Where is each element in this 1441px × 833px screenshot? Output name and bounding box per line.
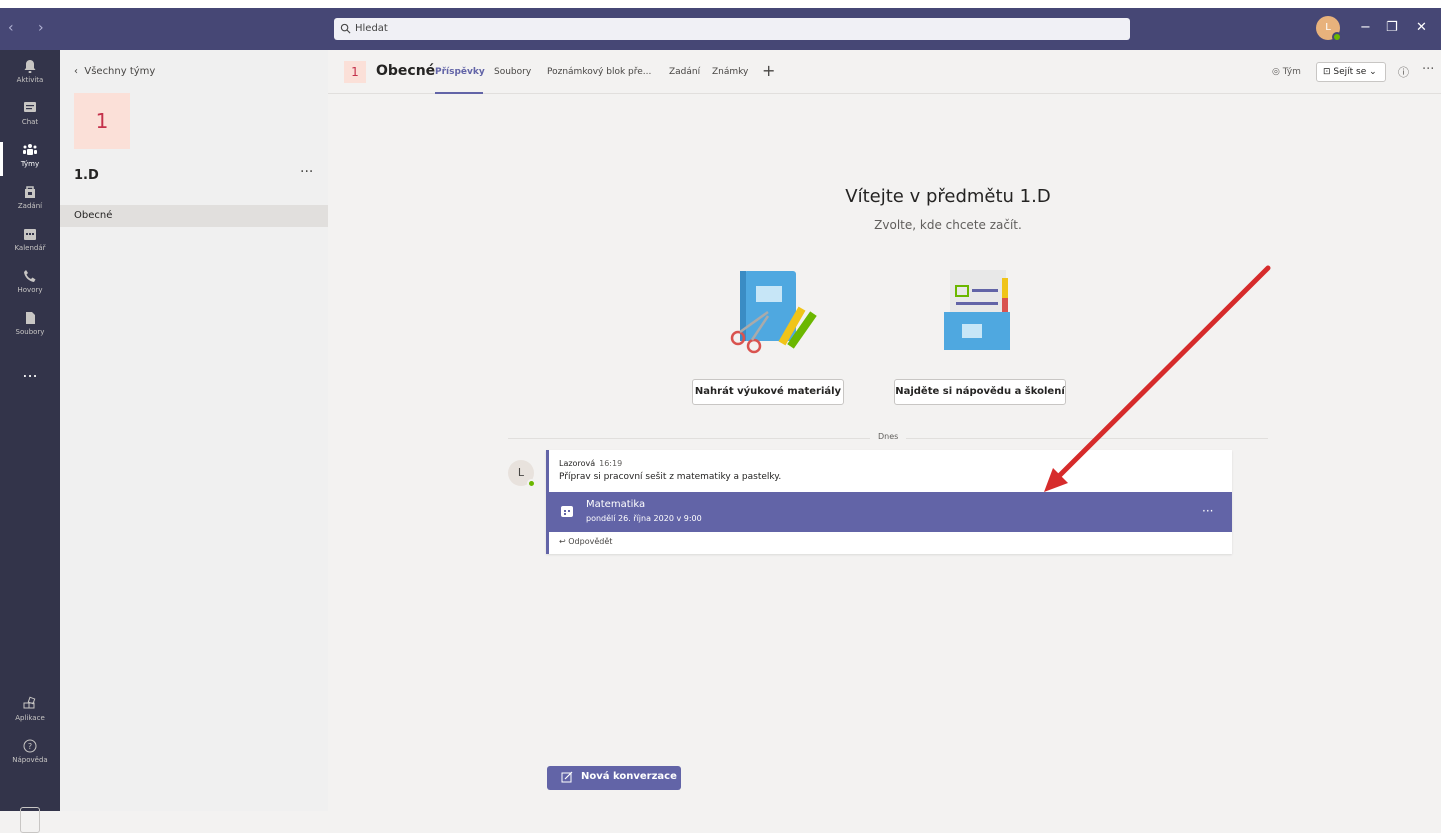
post-header: Lazorová 16:19 <box>559 459 622 468</box>
title-bar: ‹ › Hledat L − ❐ ✕ <box>0 8 1441 50</box>
compose-icon <box>561 771 573 783</box>
assignments-icon <box>25 186 35 198</box>
notebook-scissors-illustration <box>730 271 817 354</box>
rail-item-teams[interactable]: Týmy <box>0 138 60 180</box>
meeting-card[interactable]: Matematika pondělí 26. října 2020 v 9:00… <box>546 492 1232 532</box>
welcome-subtitle: Zvolte, kde chcete začít. <box>874 218 1022 232</box>
channel-header: 1 Obecné Příspěvky Soubory Poznámkový bl… <box>328 50 1441 94</box>
presence-available-icon <box>1332 32 1342 42</box>
upload-materials-button[interactable]: Nahrát výukové materiály <box>692 379 844 405</box>
top-strip <box>0 0 1441 8</box>
search-icon <box>340 23 351 34</box>
team-view-button[interactable]: ◎ Tým <box>1272 67 1301 77</box>
post-author[interactable]: Lazorová <box>559 459 595 468</box>
author-avatar[interactable]: L <box>508 460 536 488</box>
search-placeholder: Hledat <box>355 23 388 34</box>
chat-icon <box>24 102 36 112</box>
new-conversation-button[interactable]: Nová konverzace <box>547 766 681 790</box>
back-to-all-teams[interactable]: ‹ Všechny týmy <box>74 66 155 77</box>
more-options-icon[interactable]: ··· <box>1422 62 1434 77</box>
meet-now-button[interactable]: ⊡ Sejít se ⌄ <box>1316 62 1386 82</box>
reply-link[interactable]: ↩ Odpovědět <box>559 537 612 546</box>
tab-files[interactable]: Soubory <box>494 67 531 77</box>
meeting-date: pondělí 26. října 2020 v 9:00 <box>586 514 702 523</box>
tab-notebook[interactable]: Poznámkový blok pře... <box>547 67 651 77</box>
day-label: Dnes <box>870 432 907 441</box>
calendar-icon <box>24 229 36 240</box>
post-card[interactable]: Lazorová 16:19 Příprav si pracovní sešit … <box>546 450 1232 554</box>
rail-item-calls[interactable]: Hovory <box>0 264 60 306</box>
more-apps-icon[interactable]: ... <box>0 362 60 381</box>
rail-item-calendar[interactable]: Kalendář <box>0 222 60 264</box>
rail-item-files[interactable]: Soubory <box>0 306 60 348</box>
channel-item-general[interactable]: Obecné <box>60 205 328 227</box>
help-icon: ? <box>23 739 37 753</box>
red-arrow-annotation <box>1044 265 1271 492</box>
phone-icon <box>24 270 36 282</box>
teams-icon <box>23 144 37 155</box>
svg-text:?: ? <box>28 742 32 751</box>
folder-documents-illustration <box>944 270 1010 350</box>
rail-item-activity[interactable]: Aktivita <box>0 54 60 96</box>
add-tab-icon[interactable]: + <box>762 61 775 80</box>
welcome-title: Vítejte v předmětu 1.D <box>845 186 1051 207</box>
teams-pane: ‹ Všechny týmy 1 1.D ··· Obecné <box>60 50 328 811</box>
post-text: Příprav si pracovní sešit z matematiky a… <box>559 472 782 482</box>
history-arrows[interactable]: ‹ › <box>8 20 54 36</box>
calendar-icon <box>561 506 573 517</box>
maximize-icon[interactable]: ❐ <box>1386 20 1398 35</box>
rail-item-help[interactable]: ? Nápověda <box>0 734 60 776</box>
team-name: 1.D <box>74 168 99 183</box>
channel-badge: 1 <box>344 61 366 83</box>
team-more-options[interactable]: ··· <box>300 164 313 180</box>
rail-item-chat[interactable]: Chat <box>0 96 60 138</box>
bell-icon <box>24 60 36 73</box>
tab-posts[interactable]: Příspěvky <box>435 67 485 77</box>
minimize-icon[interactable]: − <box>1360 20 1371 35</box>
file-icon <box>26 312 35 324</box>
tab-assignments[interactable]: Zadání <box>669 67 700 77</box>
post-time: 16:19 <box>599 459 623 468</box>
meeting-title: Matematika <box>586 499 646 510</box>
tab-grades[interactable]: Známky <box>712 67 748 77</box>
active-tab-indicator <box>435 92 483 94</box>
app-rail: Aktivita Chat Týmy Zadání Kalendář Hovor… <box>0 50 60 833</box>
user-avatar[interactable]: L <box>1316 16 1342 42</box>
close-icon[interactable]: ✕ <box>1416 20 1427 35</box>
channel-main: 1 Obecné Příspěvky Soubory Poznámkový bl… <box>328 50 1441 811</box>
channel-title: Obecné <box>376 63 436 79</box>
search-input[interactable]: Hledat <box>334 18 1130 40</box>
rail-item-apps[interactable]: Aplikace <box>0 692 60 734</box>
apps-icon <box>23 696 36 709</box>
meeting-more-options[interactable]: ··· <box>1202 504 1213 518</box>
presence-available-icon <box>527 479 536 488</box>
info-icon[interactable]: ⓘ <box>1398 64 1409 80</box>
rail-item-assignments[interactable]: Zadání <box>0 180 60 222</box>
team-tile: 1 <box>74 93 130 149</box>
find-help-button[interactable]: Najděte si nápovědu a školení <box>894 379 1066 405</box>
